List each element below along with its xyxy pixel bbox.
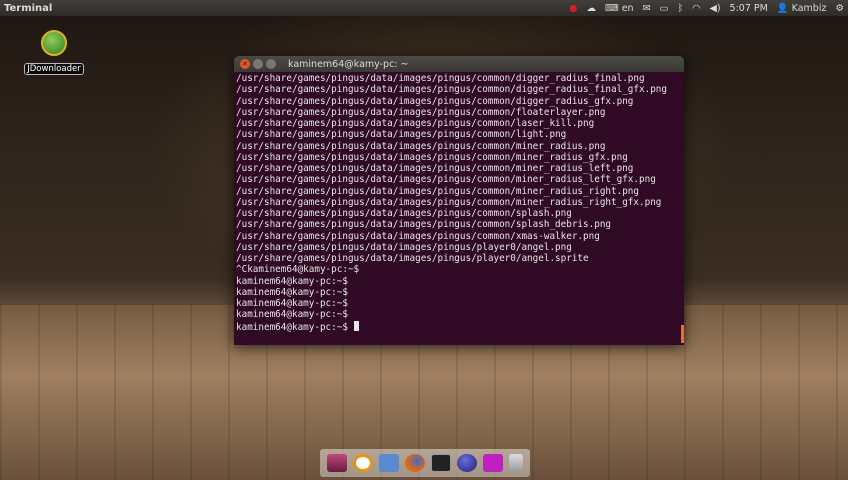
terminal-line: /usr/share/games/pingus/data/images/ping… (236, 231, 682, 242)
terminal-line-text: ^Ckaminem64@kamy-pc:~$ (236, 264, 360, 276)
terminal-line-text: kaminem64@kamy-pc:~$ (236, 286, 348, 298)
dock (320, 449, 530, 477)
terminal-line-text: /usr/share/games/pingus/data/images/ping… (236, 140, 606, 152)
terminal-line-text: /usr/share/games/pingus/data/images/ping… (236, 185, 639, 197)
terminal-line: kaminem64@kamy-pc:~$ (236, 309, 682, 320)
terminal-line: /usr/share/games/pingus/data/images/ping… (236, 242, 682, 253)
user-menu[interactable]: 👤 Kambiz (777, 3, 827, 14)
text-cursor (353, 320, 359, 331)
terminal-output[interactable]: /usr/share/games/pingus/data/images/ping… (234, 72, 684, 345)
terminal-line-text: /usr/share/games/pingus/data/images/ping… (236, 163, 634, 174)
terminal-line: /usr/share/games/pingus/data/images/ping… (236, 163, 682, 174)
terminal-line: ^Ckaminem64@kamy-pc:~$ (236, 264, 682, 275)
record-icon[interactable]: ● (569, 3, 577, 14)
terminal-line: /usr/share/games/pingus/data/images/ping… (236, 174, 682, 185)
terminal-line-text: /usr/share/games/pingus/data/images/ping… (236, 241, 572, 253)
clock[interactable]: 5:07 PM (730, 3, 768, 14)
terminal-line-text: /usr/share/games/pingus/data/images/ping… (236, 208, 572, 219)
terminal-window[interactable]: ✕ kaminem64@kamy-pc: ~ /usr/share/games/… (234, 56, 684, 345)
top-panel: Terminal ● ☁ ⌨ en ✉ ▭ ᛒ ◠ ◀) 5:07 PM 👤 K… (0, 0, 848, 16)
keyboard-layout: en (621, 2, 634, 14)
dock-files[interactable] (379, 454, 399, 472)
terminal-line-text: /usr/share/games/pingus/data/images/ping… (236, 129, 567, 141)
terminal-line-text: /usr/share/games/pingus/data/images/ping… (236, 196, 662, 208)
terminal-line: /usr/share/games/pingus/data/images/ping… (236, 84, 682, 95)
maximize-button[interactable] (266, 59, 276, 69)
system-tray: ● ☁ ⌨ en ✉ ▭ ᛒ ◠ ◀) 5:07 PM 👤 Kambiz ⚙ (569, 0, 844, 16)
trash-icon[interactable] (509, 454, 523, 472)
terminal-line-text: /usr/share/games/pingus/data/images/ping… (236, 230, 600, 242)
terminal-line: /usr/share/games/pingus/data/images/ping… (236, 96, 682, 107)
desktop-icon-label: JDownloader (24, 63, 84, 75)
app-title: Terminal (4, 2, 53, 14)
terminal-titlebar[interactable]: ✕ kaminem64@kamy-pc: ~ (234, 56, 684, 72)
dock-terminal[interactable] (431, 454, 451, 472)
terminal-line-text: /usr/share/games/pingus/data/images/ping… (236, 253, 589, 264)
mail-icon[interactable]: ✉ (643, 3, 651, 14)
jdownloader-icon (41, 30, 67, 56)
terminal-line: kaminem64@kamy-pc:~$ (236, 320, 682, 333)
window-title: kaminem64@kamy-pc: ~ (288, 58, 409, 70)
weather-icon[interactable]: ☁ (586, 3, 596, 14)
close-button[interactable]: ✕ (240, 59, 250, 69)
terminal-line: /usr/share/games/pingus/data/images/ping… (236, 141, 682, 152)
terminal-line-text: kaminem64@kamy-pc:~$ (236, 275, 348, 287)
dock-workspaces[interactable] (327, 454, 347, 472)
terminal-line: /usr/share/games/pingus/data/images/ping… (236, 73, 682, 84)
volume-icon[interactable]: ◀) (710, 3, 721, 14)
terminal-line: /usr/share/games/pingus/data/images/ping… (236, 253, 682, 264)
terminal-line-text: /usr/share/games/pingus/data/images/ping… (236, 73, 645, 84)
terminal-line: /usr/share/games/pingus/data/images/ping… (236, 107, 682, 118)
wifi-icon[interactable]: ◠ (692, 3, 700, 14)
terminal-line: /usr/share/games/pingus/data/images/ping… (236, 197, 682, 208)
terminal-line-text: kaminem64@kamy-pc:~$ (236, 298, 348, 309)
terminal-line: kaminem64@kamy-pc:~$ (236, 287, 682, 298)
dock-clock[interactable] (353, 454, 373, 472)
terminal-line-text: kaminem64@kamy-pc:~$ (236, 309, 348, 321)
terminal-line-text: /usr/share/games/pingus/data/images/ping… (236, 106, 606, 118)
minimize-button[interactable] (253, 59, 263, 69)
terminal-line-text: /usr/share/games/pingus/data/images/ping… (236, 118, 595, 129)
terminal-line: /usr/share/games/pingus/data/images/ping… (236, 219, 682, 230)
gear-icon[interactable]: ⚙ (835, 3, 844, 14)
terminal-line: /usr/share/games/pingus/data/images/ping… (236, 118, 682, 129)
scrollbar[interactable] (681, 325, 684, 343)
terminal-line: /usr/share/games/pingus/data/images/ping… (236, 129, 682, 140)
dock-paint[interactable] (483, 454, 503, 472)
terminal-line-text: /usr/share/games/pingus/data/images/ping… (236, 95, 634, 107)
terminal-line-text: /usr/share/games/pingus/data/images/ping… (236, 174, 656, 186)
terminal-line: /usr/share/games/pingus/data/images/ping… (236, 208, 682, 219)
terminal-line-text: kaminem64@kamy-pc:~$ (236, 321, 348, 333)
bluetooth-icon[interactable]: ᛒ (678, 3, 684, 14)
keyboard-icon[interactable]: ⌨ en (605, 3, 634, 14)
desktop-icon-jdownloader[interactable]: JDownloader (24, 30, 84, 75)
terminal-line: kaminem64@kamy-pc:~$ (236, 298, 682, 309)
terminal-line: kaminem64@kamy-pc:~$ (236, 276, 682, 287)
terminal-line-text: /usr/share/games/pingus/data/images/ping… (236, 151, 628, 163)
battery-icon[interactable]: ▭ (660, 3, 669, 14)
terminal-line-text: /usr/share/games/pingus/data/images/ping… (236, 219, 612, 231)
terminal-line: /usr/share/games/pingus/data/images/ping… (236, 152, 682, 163)
terminal-line: /usr/share/games/pingus/data/images/ping… (236, 186, 682, 197)
dock-firefox[interactable] (405, 454, 425, 472)
terminal-line-text: /usr/share/games/pingus/data/images/ping… (236, 84, 667, 96)
dock-eclipse[interactable] (457, 454, 477, 472)
